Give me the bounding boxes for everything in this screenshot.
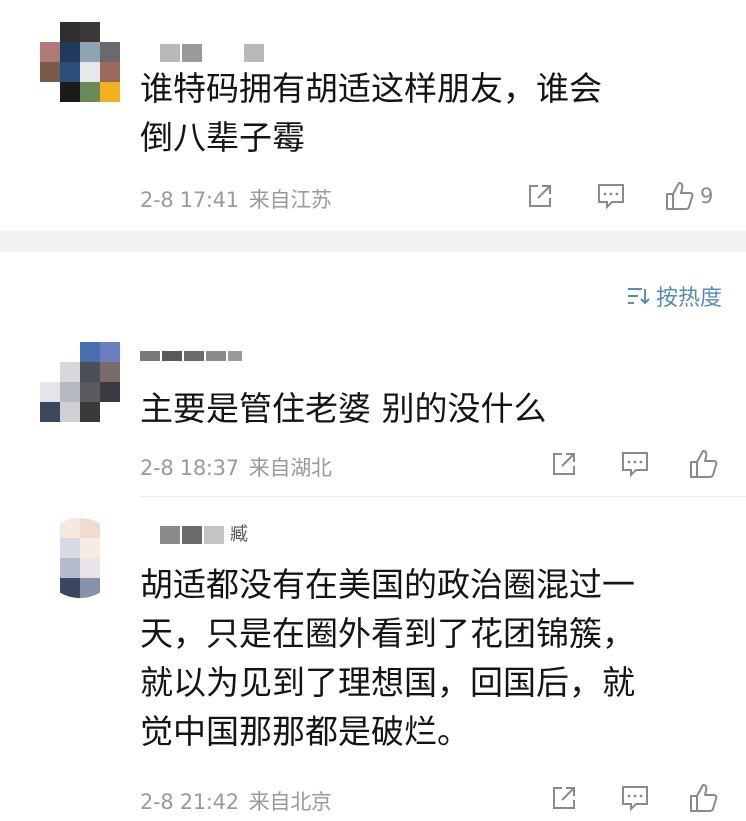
comment-location: 来自湖北 [248, 456, 332, 480]
share-button[interactable] [550, 784, 578, 812]
sort-label: 按热度 [655, 286, 722, 311]
share-button[interactable] [526, 182, 554, 210]
username[interactable]: 臧 [160, 524, 248, 546]
divider [140, 496, 746, 497]
share-icon [553, 787, 575, 809]
comment-text: 主要是管住老婆 别的没什么 [140, 389, 547, 428]
like-count: 9 [700, 184, 714, 208]
username[interactable] [160, 42, 266, 64]
comment-meta: 2-8 18:37 来自湖北 [140, 452, 342, 482]
like-button[interactable] [688, 782, 724, 814]
comment-text: 谁特码拥有胡适这样朋友，谁会 倒八辈子霉 [140, 69, 602, 157]
username-suffix: 臧 [230, 524, 248, 545]
comment-meta: 2-8 17:41 来自江苏 [140, 184, 342, 214]
comment-date: 2-8 17:41 [140, 188, 239, 212]
sort-button[interactable]: 按热度 [626, 280, 722, 312]
avatar[interactable] [40, 342, 120, 422]
comment-text: 胡适都没有在美国的政治圈混过一 天，只是在圈外看到了花团锦簇， 就以为见到了理想… [140, 565, 635, 751]
like-icon [690, 784, 718, 812]
comment-location: 来自北京 [248, 790, 332, 814]
comment-feed: 谁特码拥有胡适这样朋友，谁会 倒八辈子霉 2-8 17:41 来自江苏 9 按热… [0, 0, 746, 821]
share-icon [553, 453, 575, 475]
avatar[interactable] [40, 518, 120, 598]
reply-button[interactable] [596, 182, 626, 210]
like-icon [666, 182, 694, 210]
like-button[interactable]: 9 [664, 180, 713, 212]
reply-icon [622, 786, 648, 812]
section-separator [0, 231, 746, 251]
comment-meta: 2-8 21:42 来自北京 [140, 786, 342, 816]
reply-icon [622, 452, 648, 478]
reply-icon [598, 184, 624, 210]
reply-button[interactable] [620, 450, 650, 478]
share-icon [529, 185, 551, 207]
share-button[interactable] [550, 450, 578, 478]
avatar[interactable] [40, 22, 120, 102]
like-button[interactable] [688, 448, 724, 480]
sort-icon [627, 288, 650, 305]
like-icon [690, 450, 718, 478]
username[interactable] [140, 350, 244, 362]
comment-location: 来自江苏 [248, 188, 332, 212]
comment-date: 2-8 18:37 [140, 456, 239, 480]
comment-date: 2-8 21:42 [140, 790, 239, 814]
reply-button[interactable] [620, 784, 650, 812]
